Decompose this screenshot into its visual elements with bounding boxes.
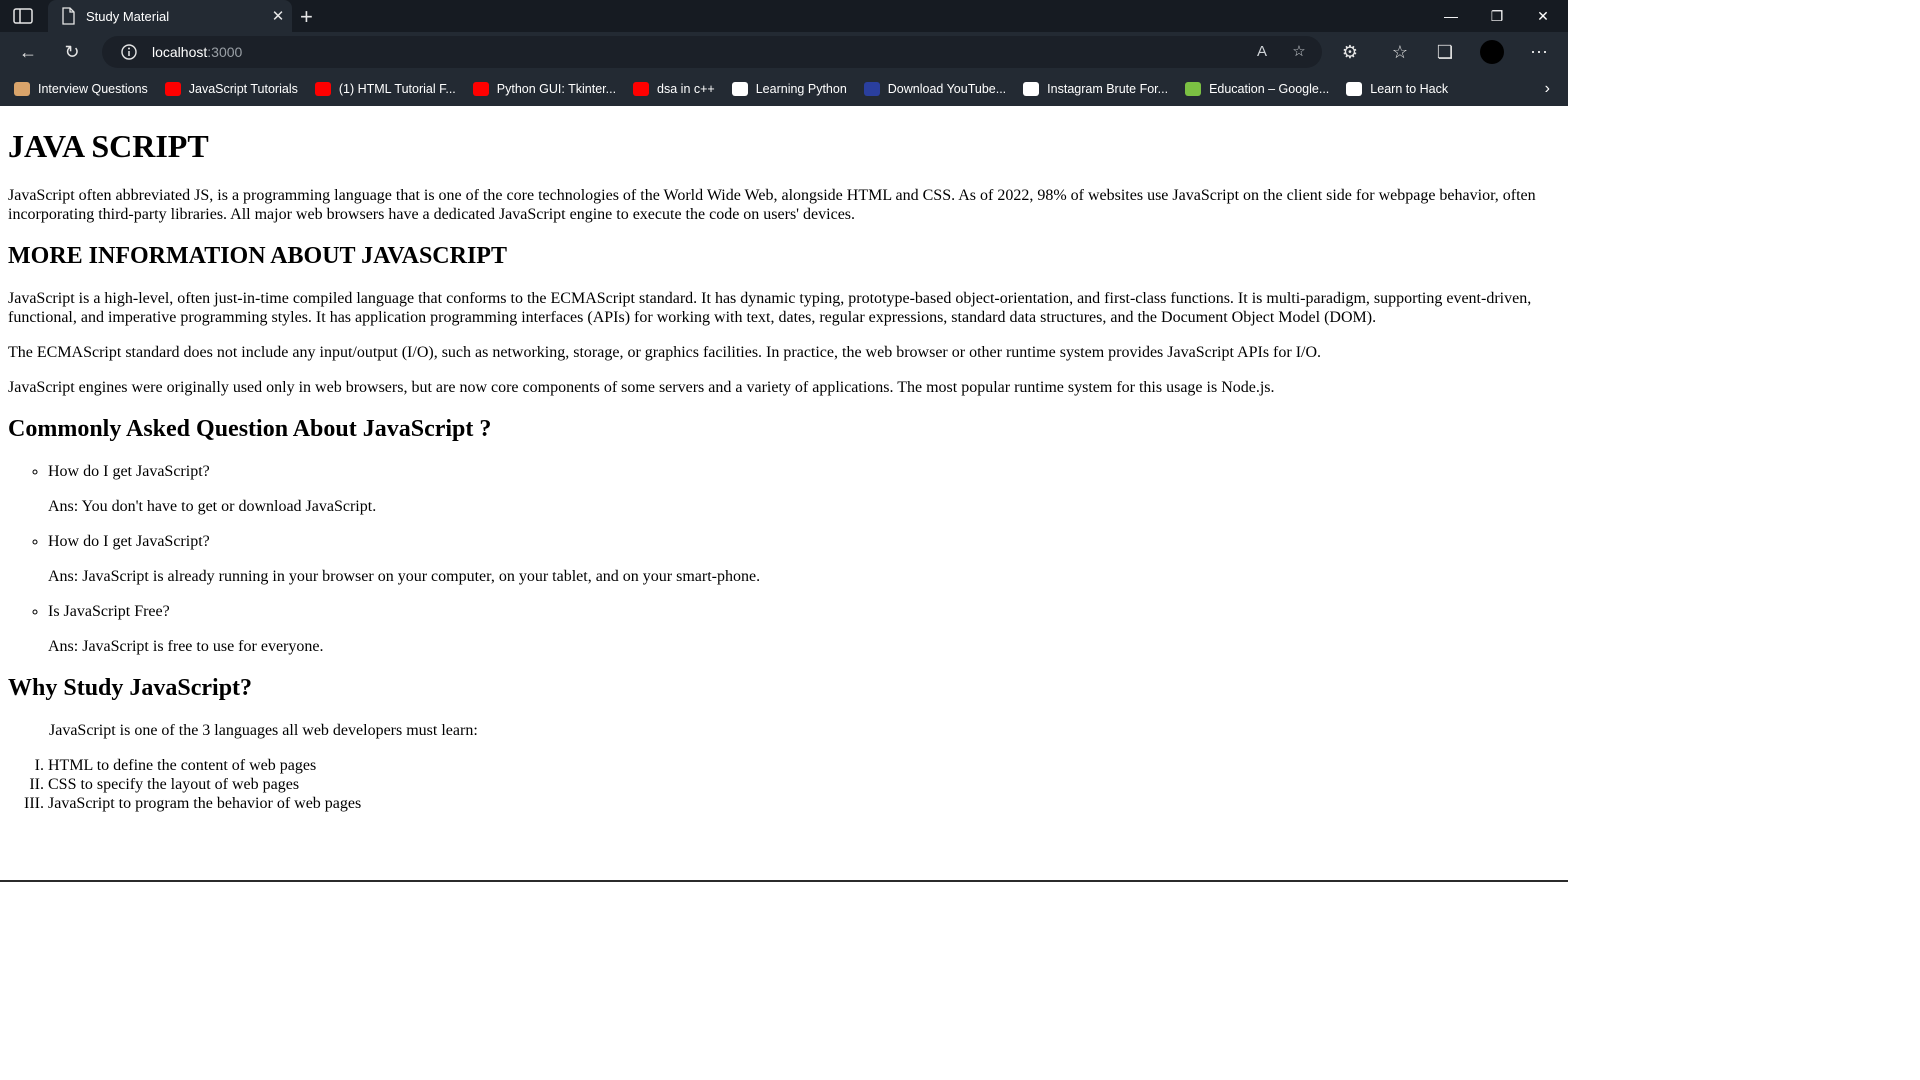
collections-icon[interactable]: ❏ xyxy=(1433,40,1457,64)
bookmark-label: dsa in c++ xyxy=(657,82,715,96)
tab-bar: Study Material ✕ + — ❐ ✕ xyxy=(0,0,1568,32)
navigation-bar: ← ↻ localhost :3000 A ☆ ⚙ ☆ ❏ ⋯ xyxy=(0,32,1568,72)
faq-answer: Ans: JavaScript is already running in yo… xyxy=(48,568,761,585)
bookmarks-overflow-icon[interactable]: › xyxy=(1545,80,1550,98)
faq-item: Is JavaScript Free? Ans: JavaScript is f… xyxy=(48,602,1560,656)
info-icon[interactable] xyxy=(120,43,138,61)
read-aloud-icon[interactable]: A xyxy=(1252,42,1272,62)
faq-list: How do I get JavaScript? Ans: You don't … xyxy=(8,462,1560,656)
bookmarks-bar: Interview Questions JavaScript Tutorials (… xyxy=(0,72,1568,106)
profile-avatar[interactable] xyxy=(1480,40,1504,64)
close-window-icon[interactable]: ✕ xyxy=(1520,0,1566,32)
more-info-paragraph-2: The ECMAScript standard does not include… xyxy=(8,344,1322,361)
url-port: :3000 xyxy=(207,44,243,60)
bookmark-favicon-icon xyxy=(633,82,650,96)
bookmark-favicon-icon xyxy=(472,82,489,96)
why-heading: Why Study JavaScript? xyxy=(8,675,253,701)
bookmark-item[interactable]: Instagram Brute For... xyxy=(1023,82,1168,96)
minimize-icon[interactable]: — xyxy=(1428,0,1474,32)
faq-heading: Commonly Asked Question About JavaScript… xyxy=(8,416,492,442)
intro-paragraph: JavaScript often abbreviated JS, is a pr… xyxy=(8,187,1536,223)
bookmark-favicon-icon xyxy=(863,82,880,96)
faq-item: How do I get JavaScript? Ans: JavaScript… xyxy=(48,532,1560,586)
bookmark-item[interactable]: dsa in c++ xyxy=(633,82,715,96)
bookmark-favicon-icon xyxy=(164,82,181,96)
bookmark-label: Interview Questions xyxy=(38,82,148,96)
close-tab-icon[interactable]: ✕ xyxy=(264,7,292,25)
bookmark-label: JavaScript Tutorials xyxy=(188,82,298,96)
tab-study-material[interactable]: Study Material ✕ xyxy=(48,0,292,32)
bookmark-item[interactable]: (1) HTML Tutorial F... xyxy=(314,82,456,96)
faq-item: How do I get JavaScript? Ans: You don't … xyxy=(48,462,1560,516)
more-info-heading: MORE INFORMATION ABOUT JAVASCRIPT xyxy=(8,243,507,269)
language-item: JavaScript to program the behavior of we… xyxy=(48,794,1560,813)
url-host: localhost xyxy=(152,44,208,60)
why-intro: JavaScript is one of the 3 languages all… xyxy=(49,722,478,739)
address-bar[interactable]: localhost :3000 A ☆ xyxy=(102,36,1322,68)
refresh-icon[interactable]: ↻ xyxy=(60,40,84,64)
bookmark-label: Instagram Brute For... xyxy=(1047,82,1169,96)
language-item: HTML to define the content of web pages xyxy=(48,756,1560,775)
languages-list: HTML to define the content of web pages … xyxy=(8,756,1560,813)
faq-answer: Ans: You don't have to get or download J… xyxy=(48,498,377,515)
faq-question: How do I get JavaScript? xyxy=(48,533,210,550)
bookmark-label: Learn to Hack xyxy=(1370,82,1449,96)
tab-title: Study Material xyxy=(86,8,170,24)
bookmark-item[interactable]: JavaScript Tutorials xyxy=(164,82,298,96)
add-favorite-icon[interactable]: ☆ xyxy=(1289,42,1309,62)
bookmark-label: Python GUI: Tkinter... xyxy=(496,82,617,96)
extensions-icon[interactable]: ⚙ xyxy=(1338,40,1362,64)
faq-question: Is JavaScript Free? xyxy=(48,603,170,620)
page-title: JAVA SCRIPT xyxy=(8,128,209,164)
bookmark-favicon-icon xyxy=(14,82,30,96)
restore-icon[interactable]: ❐ xyxy=(1474,0,1520,32)
bookmark-favicon-icon xyxy=(731,82,748,96)
bookmark-favicon-icon xyxy=(1023,82,1040,96)
page-content: JAVA SCRIPT JavaScript often abbreviated… xyxy=(0,128,1568,813)
back-icon[interactable]: ← xyxy=(16,40,40,64)
bookmark-item[interactable]: Interview Questions xyxy=(14,82,148,96)
bookmark-label: Education – Google... xyxy=(1209,82,1330,96)
bookmark-item[interactable]: Learn to Hack xyxy=(1346,82,1448,96)
more-info-paragraph-1: JavaScript is a high-level, often just-i… xyxy=(8,290,1532,326)
browser-chrome: Study Material ✕ + — ❐ ✕ ← ↻ localhost :… xyxy=(0,0,1568,106)
more-info-paragraph-3: JavaScript engines were originally used … xyxy=(8,379,1275,396)
bookmark-label: (1) HTML Tutorial F... xyxy=(338,82,456,96)
new-tab-button[interactable]: + xyxy=(300,4,313,30)
faq-question: How do I get JavaScript? xyxy=(48,463,210,480)
more-options-icon[interactable]: ⋯ xyxy=(1527,40,1551,64)
bookmark-item[interactable]: Download YouTube... xyxy=(863,82,1007,96)
sidebar-toggle-icon[interactable] xyxy=(12,7,34,25)
bookmark-label: Download YouTube... xyxy=(887,82,1007,96)
bookmark-item[interactable]: Learning Python xyxy=(731,82,847,96)
bookmark-item[interactable]: Education – Google... xyxy=(1185,82,1329,96)
bookmark-favicon-icon xyxy=(1346,82,1363,96)
taskbar-edge xyxy=(0,880,1568,882)
bookmark-item[interactable]: Python GUI: Tkinter... xyxy=(472,82,617,96)
page-icon xyxy=(62,7,75,25)
favorites-icon[interactable]: ☆ xyxy=(1388,40,1412,64)
language-item: CSS to specify the layout of web pages xyxy=(48,775,1560,794)
faq-answer: Ans: JavaScript is free to use for every… xyxy=(48,638,324,655)
bookmark-favicon-icon xyxy=(314,82,331,96)
bookmark-favicon-icon xyxy=(1185,82,1202,96)
bookmark-label: Learning Python xyxy=(755,82,847,96)
